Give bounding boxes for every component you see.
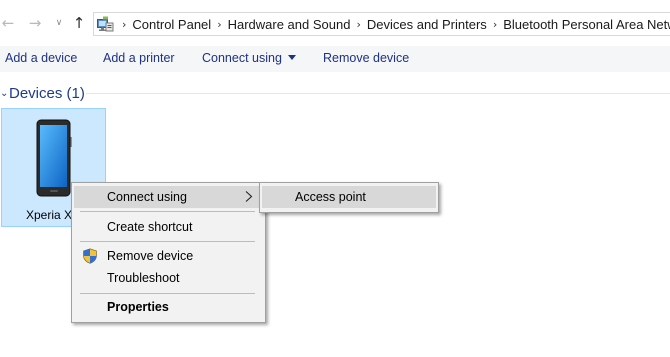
menu-item-label: Properties [107,300,169,314]
uac-shield-icon [82,248,98,267]
add-printer-button[interactable]: Add a printer [103,51,175,65]
chevron-down-icon[interactable]: ∨ [51,13,67,33]
menu-item-remove-device[interactable]: Remove device [74,245,263,267]
connect-using-submenu: Access point [259,182,439,213]
breadcrumb-separator[interactable]: › [493,18,497,31]
devices-group-header[interactable]: ⌄ Devices (1) [0,83,85,103]
remove-device-button[interactable]: Remove device [323,51,409,65]
arrow-up-icon[interactable]: ↑ [71,13,87,33]
menu-item-label: Troubleshoot [107,271,180,285]
add-device-button[interactable]: Add a device [5,51,77,65]
dropdown-caret-icon [287,55,296,60]
breadcrumb-separator[interactable]: › [217,18,221,31]
menu-item-label: Create shortcut [107,220,193,234]
control-panel-icon [97,16,114,32]
address-bar[interactable]: › Control Panel › Hardware and Sound › D… [93,12,670,36]
connect-using-label: Connect using [202,51,282,65]
group-divider [86,93,670,94]
menu-separator [80,211,255,212]
menu-separator [80,241,255,242]
menu-item-label: Remove device [107,249,194,263]
breadcrumb-separator[interactable]: › [356,18,360,31]
context-menu: Connect using Create shortcut Remove dev… [71,182,266,323]
smartphone-icon [36,119,72,200]
menu-item-label: Connect using [107,190,187,204]
menu-item-label: Access point [295,190,366,204]
breadcrumb-separator[interactable]: › [122,18,126,31]
connect-using-button[interactable]: Connect using [202,51,296,65]
arrow-right-icon[interactable]: → [27,13,43,33]
breadcrumb-hardware-and-sound[interactable]: Hardware and Sound [228,17,351,32]
menu-item-properties[interactable]: Properties [74,296,263,318]
navigation-bar: ← → ∨ ↑ › Control Panel › Hardware and S… [0,0,670,46]
command-bar: Add a device Add a printer Connect using… [0,46,670,72]
submenu-arrow-icon [245,191,253,202]
menu-item-connect-using[interactable]: Connect using [74,186,263,208]
breadcrumb-bluetooth-pan[interactable]: Bluetooth Personal Area Network [503,17,670,32]
arrow-left-icon[interactable]: ← [0,13,16,33]
menu-item-create-shortcut[interactable]: Create shortcut [74,216,263,238]
breadcrumb-control-panel[interactable]: Control Panel [132,17,211,32]
menu-item-access-point[interactable]: Access point [262,186,436,208]
menu-separator [80,293,255,294]
collapse-chevron-icon[interactable]: ⌄ [0,88,8,99]
breadcrumb-devices-and-printers[interactable]: Devices and Printers [367,17,487,32]
group-title: Devices (1) [9,84,85,102]
menu-item-troubleshoot[interactable]: Troubleshoot [74,267,263,289]
